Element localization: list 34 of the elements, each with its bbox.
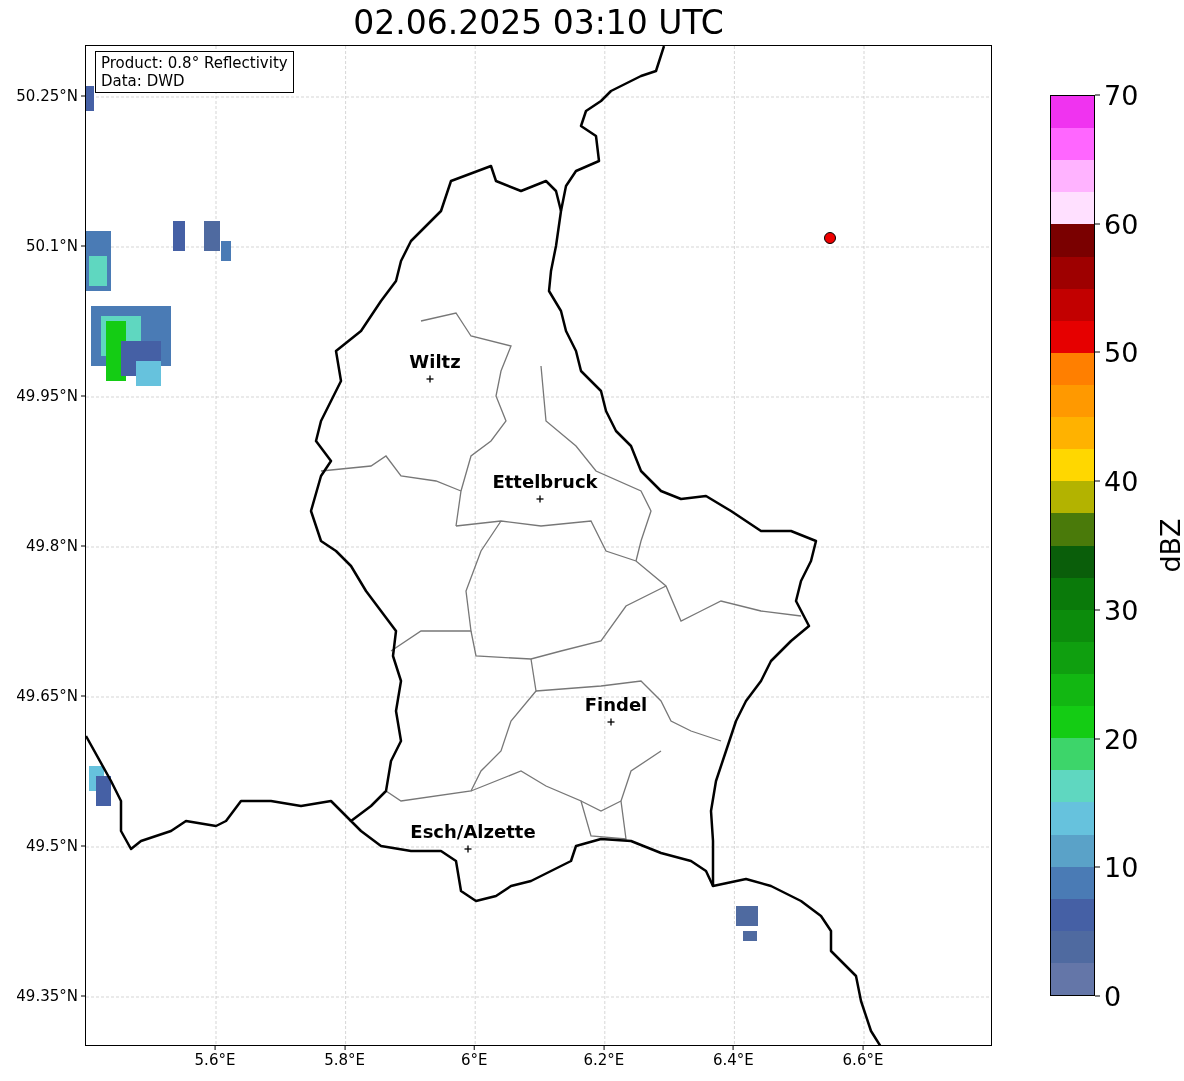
y-tick-label: 49.8°N xyxy=(25,538,78,554)
y-tick-label: 49.95°N xyxy=(16,388,78,404)
city-marker xyxy=(463,844,473,854)
y-tick-label: 49.65°N xyxy=(16,688,78,704)
colorbar-tick-label: 10 xyxy=(1104,853,1139,881)
y-tick-label: 50.1°N xyxy=(25,238,78,254)
city-label: Esch/Alzette xyxy=(410,823,536,841)
city-marker xyxy=(535,494,545,504)
colorbar-tick-label: 40 xyxy=(1104,467,1139,495)
y-tick-label: 49.35°N xyxy=(16,988,78,1004)
colorbar-label: dBZ xyxy=(1156,518,1184,573)
colorbar-tick-label: 0 xyxy=(1104,982,1122,1010)
city-marker xyxy=(606,717,616,727)
chart-title: 02.06.2025 03:10 UTC xyxy=(353,6,724,39)
x-tick-label: 6.6°E xyxy=(842,1053,884,1068)
x-tick-label: 5.8°E xyxy=(324,1053,365,1068)
colorbar-tick-label: 30 xyxy=(1104,596,1139,624)
city-label: Wiltz xyxy=(409,353,461,371)
city-label: Findel xyxy=(584,696,648,714)
colorbar-tick-label: 20 xyxy=(1104,725,1139,753)
colorbar-tick-label: 50 xyxy=(1104,338,1139,366)
legend-text: Product: 0.8° Reflectivity xyxy=(101,54,288,72)
colorbar-tick-label: 70 xyxy=(1104,81,1139,109)
x-tick-label: 6°E xyxy=(460,1053,488,1068)
y-tick-label: 50.25°N xyxy=(16,88,78,104)
colorbar-tick-label: 60 xyxy=(1104,210,1139,238)
city-label: Ettelbruck xyxy=(492,473,598,491)
legend-text: Data: DWD xyxy=(101,72,186,90)
y-tick-label: 49.5°N xyxy=(25,838,78,854)
x-tick-label: 6.4°E xyxy=(712,1053,754,1068)
radar-site-marker xyxy=(824,232,836,244)
x-tick-label: 5.6°E xyxy=(194,1053,236,1068)
city-marker xyxy=(425,374,435,384)
x-tick-label: 6.2°E xyxy=(583,1053,625,1068)
